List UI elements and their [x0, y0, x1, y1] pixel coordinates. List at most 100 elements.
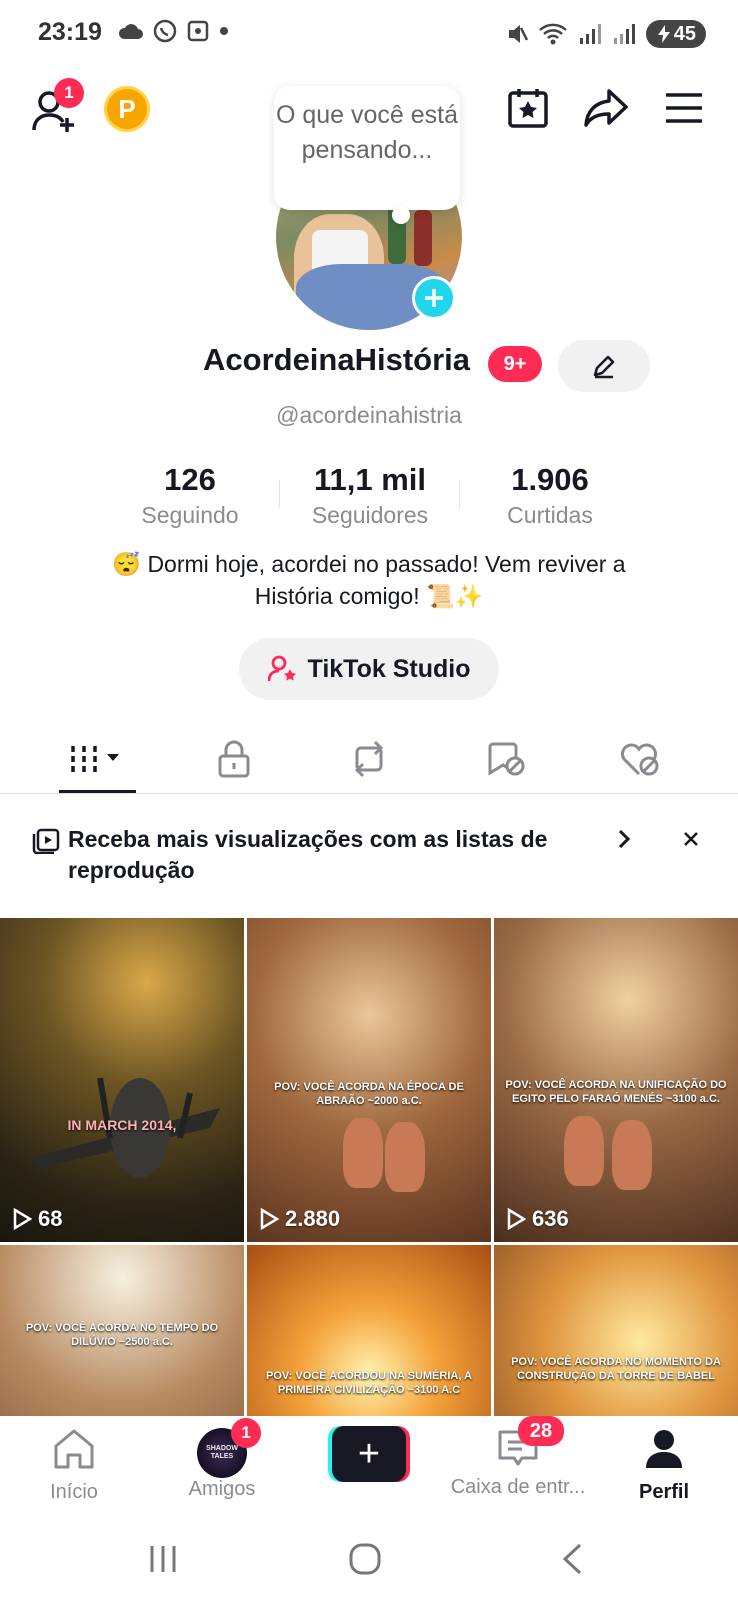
friends-avatar-text: SHADOW TALES	[206, 1445, 238, 1460]
video-caption: POV: VOCÊ ACORDA NA UNIFICAÇÃO DO EGITO …	[505, 1079, 727, 1105]
add-story-button[interactable]	[412, 276, 456, 320]
tab-reposts[interactable]	[329, 724, 409, 794]
view-count-value: 68	[38, 1206, 63, 1231]
play-icon	[13, 1208, 32, 1230]
battery-level: 45	[673, 22, 696, 45]
plus-icon	[425, 289, 443, 307]
create-button[interactable]: +	[328, 1426, 410, 1482]
likes-count: 1.906	[511, 462, 589, 497]
signal-icon-2	[613, 24, 635, 44]
share-icon	[584, 89, 628, 127]
tab-liked[interactable]	[600, 724, 680, 794]
tab-private[interactable]	[194, 724, 274, 794]
play-icon	[260, 1208, 279, 1230]
content-tabs	[0, 724, 738, 794]
profile-icon	[646, 1430, 682, 1468]
close-icon[interactable]	[682, 830, 700, 848]
friends-badge: 1	[231, 1418, 261, 1448]
coins-button[interactable]: P	[104, 86, 150, 132]
nav-inbox[interactable]: 28 Caixa de entr...	[438, 1416, 598, 1499]
back-icon[interactable]	[560, 1542, 584, 1576]
play-icon	[507, 1208, 526, 1230]
heart-hidden-icon	[621, 743, 659, 776]
wifi-icon	[538, 23, 567, 45]
video-caption: POV: VOCÊ ACORDA NA ÉPOCA DE ABRAÃO ~200…	[274, 1081, 464, 1107]
nav-home[interactable]: Início	[4, 1428, 144, 1504]
video-caption: POV: VOCÊ ACORDA NO TEMPO DO DILÚVIO ~25…	[25, 1322, 219, 1348]
playlist-icon	[32, 828, 60, 854]
dot-icon	[220, 27, 228, 35]
profile-stats: 126 Seguindo 11,1 mil Seguidores 1.906 C…	[100, 462, 640, 532]
whatsapp-icon	[153, 19, 177, 43]
tab-favorites[interactable]	[467, 724, 547, 794]
system-navigation-bar	[0, 1530, 738, 1600]
home-circle-icon[interactable]	[348, 1542, 382, 1576]
signal-icon	[579, 24, 601, 44]
view-count: 68	[12, 1206, 62, 1232]
video-caption: POV: VOCÊ ACORDA NO MOMENTO DA CONSTRUÇÃ…	[511, 1356, 721, 1382]
calendar-star-icon	[508, 89, 548, 128]
likes-label: Curtidas	[507, 502, 593, 528]
notification-badge[interactable]: 9+	[488, 346, 542, 382]
display-name: AcordeinaHistória	[203, 342, 471, 377]
tab-videos[interactable]	[57, 724, 137, 794]
events-button[interactable]	[506, 86, 550, 130]
tiktok-studio-button[interactable]: TikTok Studio	[239, 638, 499, 700]
profile-name-row: AcordeinaHistória 9+	[0, 340, 738, 392]
mute-icon	[508, 25, 528, 43]
bio-line-1: 😴 Dormi hoje, acordei no passado! Vem re…	[112, 551, 626, 577]
status-time: 23:19	[38, 18, 102, 46]
video-thumbnail[interactable]: IN MARCH 2014, 68	[0, 918, 244, 1242]
plus-icon: +	[332, 1426, 406, 1482]
active-tab-indicator	[59, 790, 136, 793]
stat-followers[interactable]: 11,1 mil Seguidores	[280, 462, 460, 532]
add-friends-badge: 1	[54, 78, 84, 108]
cloud-icon	[118, 24, 143, 39]
nav-friends[interactable]: SHADOW TALES 1 Amigos	[152, 1418, 292, 1501]
share-profile-button[interactable]	[582, 86, 630, 130]
video-thumbnail[interactable]: POV: VOCÊ ACORDA NO TEMPO DO DILÚVIO ~25…	[0, 1245, 244, 1416]
followers-label: Seguidores	[311, 502, 429, 528]
repost-icon	[354, 740, 384, 778]
thought-bubble-tail	[392, 206, 410, 224]
video-thumbnail[interactable]: POV: VOCÊ ACORDA NA UNIFICAÇÃO DO EGITO …	[494, 918, 738, 1242]
friends-avatar: SHADOW TALES 1	[197, 1418, 261, 1478]
bio-line-2: História comigo! 📜✨	[254, 583, 484, 609]
profile-bio: 😴 Dormi hoje, acordei no passado! Vem re…	[0, 548, 738, 612]
view-count-value: 636	[532, 1206, 569, 1231]
stat-following[interactable]: 126 Seguindo	[100, 462, 280, 532]
playlist-promo-banner[interactable]: Receba mais visualizações com as listas …	[0, 800, 738, 912]
following-label: Seguindo	[141, 502, 239, 528]
airplane-image	[30, 1077, 220, 1178]
screenshot-icon	[187, 20, 209, 42]
stat-likes[interactable]: 1.906 Curtidas	[460, 462, 640, 532]
creator-star-icon	[267, 655, 296, 682]
view-count: 636	[506, 1206, 569, 1232]
nav-friends-label: Amigos	[188, 1478, 256, 1500]
chevron-right-icon[interactable]	[616, 828, 632, 850]
tiktok-studio-label: TikTok Studio	[307, 654, 471, 683]
view-count-value: 2.880	[285, 1206, 341, 1231]
hamburger-menu-icon	[666, 93, 702, 123]
add-friends-button[interactable]: 1	[28, 78, 84, 136]
menu-button[interactable]	[662, 88, 706, 128]
video-thumbnail[interactable]: POV: VOCÊ ACORDOU NA SUMÉRIA, A PRIMEIRA…	[247, 1245, 491, 1416]
inbox-badge: 28	[518, 1416, 564, 1446]
thought-bubble[interactable]: O que você está pensando...	[274, 86, 460, 210]
bottom-navigation: Início SHADOW TALES 1 Amigos + 28 Caixa …	[0, 1416, 738, 1516]
video-caption: POV: VOCÊ ACORDOU NA SUMÉRIA, A PRIMEIRA…	[266, 1370, 472, 1396]
edit-profile-button[interactable]	[558, 340, 650, 392]
video-thumbnail[interactable]: POV: VOCÊ ACORDA NO MOMENTO DA CONSTRUÇÃ…	[494, 1245, 738, 1416]
coin-icon: P	[104, 86, 150, 132]
video-grid: IN MARCH 2014, 68 POV: VOCÊ ACORDA NA ÉP…	[0, 918, 738, 1416]
grid-dropdown-icon	[71, 746, 119, 772]
status-bar: 23:19 45	[0, 0, 738, 66]
recent-apps-icon[interactable]	[148, 1544, 178, 1574]
battery-indicator: 45	[645, 20, 706, 48]
lock-icon	[218, 740, 250, 778]
nav-profile[interactable]: Perfil	[594, 1428, 734, 1504]
followers-count: 11,1 mil	[313, 462, 427, 497]
video-thumbnail[interactable]: POV: VOCÊ ACORDA NA ÉPOCA DE ABRAÃO ~200…	[247, 918, 491, 1242]
nav-home-label: Início	[50, 1481, 98, 1503]
username-handle: @acordeinahistria	[276, 402, 462, 428]
